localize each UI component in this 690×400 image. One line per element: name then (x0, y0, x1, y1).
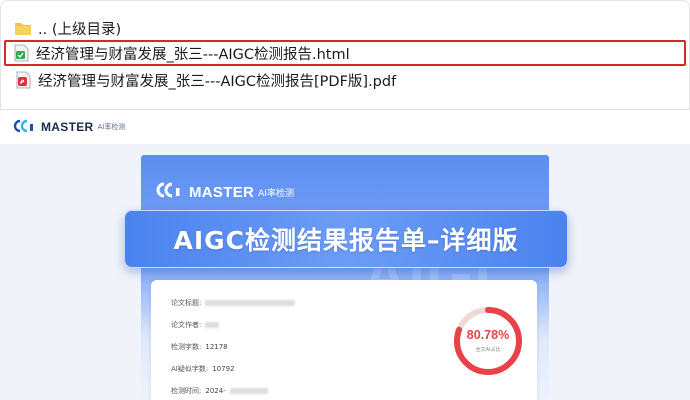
field-author: 论文作者: (171, 320, 220, 330)
field-value: 2024- (205, 387, 226, 395)
card-logo: MASTER AI率检测 (155, 181, 294, 203)
file-item-label: .. (上级目录) (38, 21, 122, 38)
brand-sub: AI率检测 (97, 123, 126, 131)
folder-icon (14, 19, 32, 37)
file-item-pdf[interactable]: 经济管理与财富发展_张三---AIGC检测报告[PDF版].pdf (9, 68, 685, 92)
ai-score-value: 80.78% (466, 328, 510, 342)
field-title: 论文标题: (171, 298, 296, 308)
report-preview-card: MASTER AI率检测 AIGC 论文标题: 论文作者: 检测字数: 1217… (141, 155, 549, 400)
field-label: 论文标题: (171, 299, 202, 307)
file-item-label: 经济管理与财富发展_张三---AIGC检测报告[PDF版].pdf (38, 73, 397, 90)
field-value: 12178 (205, 343, 228, 351)
field-label: AI疑似字数: (171, 365, 209, 373)
html-file-icon (12, 44, 30, 62)
field-value: 10792 (212, 365, 235, 373)
logo-bar: MASTER AI率检测 (0, 110, 690, 144)
file-item-html-selected[interactable]: 经济管理与财富发展_张三---AIGC检测报告.html (4, 40, 686, 66)
pdf-file-icon (14, 71, 32, 89)
report-title-banner: AIGC检测结果报告单–详细版 (124, 210, 568, 268)
field-label: 论文作者: (171, 321, 202, 329)
report-summary-panel: 论文标题: 论文作者: 检测字数: 12178 AI疑似字数: 10792 检测… (151, 280, 537, 400)
redacted-value (229, 388, 268, 394)
ai-score-label: 全文AI占比 (475, 347, 501, 353)
ai-score-gauge: 80.78% 全文AI占比 (451, 304, 525, 378)
field-ai-count: AI疑似字数: 10792 (171, 364, 235, 374)
field-label: 检测时间: (171, 387, 202, 395)
file-item-label: 经济管理与财富发展_张三---AIGC检测报告.html (36, 46, 350, 63)
field-time: 检测时间: 2024- (171, 386, 268, 396)
field-word-count: 检测字数: 12178 (171, 342, 228, 352)
field-label: 检测字数: (171, 343, 202, 351)
brand-name: MASTER (41, 120, 94, 134)
card-brand-sub: AI率检测 (258, 188, 294, 199)
redacted-value (205, 300, 296, 306)
master-logo-icon (13, 118, 37, 137)
card-brand-name: MASTER (189, 183, 255, 201)
file-list: .. (上级目录) 经济管理与财富发展_张三---AIGC检测报告.html 经… (0, 0, 690, 110)
redacted-value (205, 322, 220, 328)
banner-title: AIGC检测结果报告单–详细版 (173, 226, 519, 255)
file-item-parent[interactable]: .. (上级目录) (9, 16, 685, 40)
master-logo-icon (155, 181, 185, 203)
